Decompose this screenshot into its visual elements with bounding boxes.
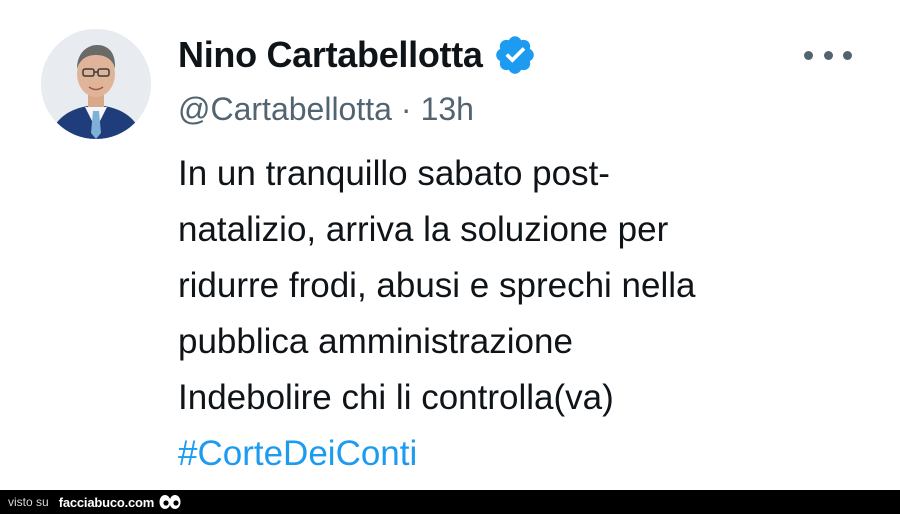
more-options-button[interactable]: [804, 40, 852, 70]
tweet-text-line: Indebolire chi li controlla(va): [178, 378, 614, 417]
separator: ·: [400, 91, 412, 127]
tweet-text-line: ridurre frodi, abusi e sprechi nella: [178, 266, 696, 305]
tweet-text-line: natalizio, arriva la soluzione per: [178, 210, 669, 249]
more-horizontal-icon: [804, 50, 813, 60]
profile-photo: [41, 29, 151, 139]
author-row: Nino Cartabellotta: [178, 31, 537, 79]
verified-badge-icon: [493, 33, 537, 77]
handle[interactable]: @Cartabellotta: [178, 91, 392, 128]
tweet-text: In un tranquillo sabato post- natalizio,…: [178, 146, 868, 482]
eyes-icon: [158, 493, 182, 511]
hashtag-link[interactable]: #CorteDeiConti: [178, 426, 868, 482]
tweet-text-line: pubblica amministrazione: [178, 322, 573, 361]
more-horizontal-icon: [823, 50, 833, 60]
more-horizontal-icon: [843, 50, 852, 60]
tweet-card: Nino Cartabellotta @Cartabellotta · 13h …: [0, 0, 900, 490]
site-label[interactable]: facciabuco.com: [59, 495, 155, 510]
tweet-text-line: In un tranquillo sabato post-: [178, 154, 610, 193]
visto-label: visto su: [8, 495, 49, 509]
handle-row: @Cartabellotta · 13h: [178, 91, 474, 128]
watermark-bar: visto su facciabuco.com: [0, 490, 900, 514]
avatar[interactable]: [41, 29, 151, 139]
display-name[interactable]: Nino Cartabellotta: [178, 34, 483, 76]
timestamp[interactable]: 13h: [421, 91, 474, 128]
